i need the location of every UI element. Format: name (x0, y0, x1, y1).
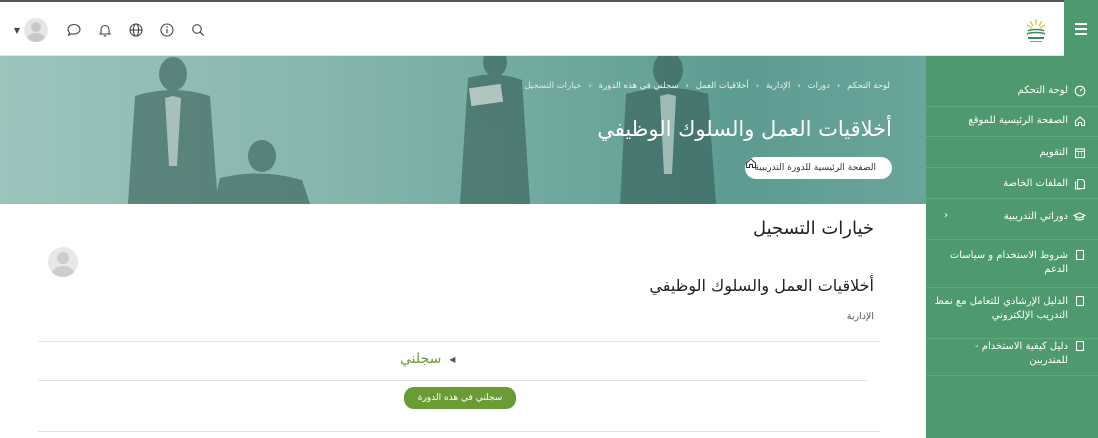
dashboard-icon (1074, 85, 1086, 97)
sidebar-item-dashboard[interactable]: لوحة التحكم (926, 78, 1098, 107)
breadcrumb-item-courses[interactable]: دورات (808, 81, 830, 91)
sidebar-item-terms[interactable]: شروط الاستخدام و سياسات الدعم (926, 241, 1098, 288)
sidebar-item-label: لوحة التحكم (1017, 85, 1068, 96)
self-enrolment-toggle[interactable]: ◀ سجلني (400, 351, 455, 367)
sidebar-item-private-files[interactable]: الملفات الخاصة (926, 169, 1098, 199)
divider (38, 380, 868, 381)
self-enrolment-title: سجلني (400, 351, 442, 367)
breadcrumb-item-course[interactable]: أخلاقيات العمل (696, 81, 749, 91)
user-avatar[interactable] (24, 18, 48, 42)
chevron-left-icon: ‹ (797, 81, 801, 90)
caret-down-icon[interactable]: ▼ (10, 26, 24, 35)
sidebar-item-label: دوراتي التدريبية (1003, 211, 1068, 222)
course-home-button-label: الصفحة الرئيسية للدورة التدريبية (754, 163, 876, 173)
chevron-left-icon: ‹ (836, 81, 841, 90)
breadcrumb: لوحة التحكم ‹ دورات ‹ الإدارية ‹ أخلاقيات العم… (522, 81, 892, 91)
caret-right-icon: ◀ (449, 354, 456, 364)
sidebar-item-label: التقويم (1039, 147, 1068, 158)
message-icon[interactable] (58, 19, 89, 41)
sidebar-item-user-guide[interactable]: دليل كيفية الاستخدام - للمتدربين (926, 340, 1098, 376)
breadcrumb-item-category[interactable]: الإدارية (766, 81, 790, 91)
teacher-avatar (48, 247, 78, 277)
enrolment-options-heading: خيارات التسجيل (752, 218, 874, 239)
sidebar-item-calendar[interactable]: التقويم (926, 138, 1098, 168)
page-title: أخلاقيات العمل والسلوك الوظيفي (597, 117, 892, 141)
home-icon (1074, 116, 1086, 127)
sidebar-item-guide[interactable]: الدليل الإرشادي للتعامل مع نمط التدريب ا… (926, 289, 1098, 339)
course-category: الإدارية (846, 311, 874, 322)
graduation-cap-icon (1073, 212, 1086, 221)
breadcrumb-item-enrol-me[interactable]: سجلني في هذه الدورة (599, 81, 679, 91)
page-icon (1075, 249, 1085, 261)
chevron-left-icon: ‹ (685, 81, 689, 90)
course-header-banner: لوحة التحكم ‹ دورات ‹ الإدارية ‹ أخلاقيات العم… (0, 56, 926, 204)
files-icon (1074, 178, 1086, 190)
chevron-left-icon: ‹ (588, 81, 592, 90)
page-icon (1075, 340, 1085, 352)
divider (38, 431, 880, 432)
sidebar-items: لوحة التحكم الصفحة الرئيسية للموقع التقو… (926, 56, 1098, 438)
course-home-button[interactable]: الصفحة الرئيسية للدورة التدريبية (744, 157, 892, 179)
chevron-right-icon: › (944, 210, 948, 221)
menu-toggle-button[interactable] (1064, 0, 1098, 57)
course-name-link[interactable]: أخلاقيات العمل والسلوك الوظيفي (649, 276, 874, 295)
sidebar-item-site-home[interactable]: الصفحة الرئيسية للموقع (926, 108, 1098, 137)
sidebar-item-my-courses[interactable]: دوراتي التدريبية › (926, 200, 1098, 240)
page-icon (1075, 295, 1085, 307)
sidebar-item-label: دليل كيفية الاستخدام - للمتدربين (974, 341, 1068, 366)
sidebar-item-label: شروط الاستخدام و سياسات الدعم (949, 250, 1068, 275)
sidebar-item-label: الصفحة الرئيسية للموقع (968, 115, 1068, 126)
breadcrumb-item-dashboard[interactable]: لوحة التحكم (847, 81, 890, 91)
info-icon[interactable] (151, 19, 182, 41)
site-logo[interactable] (1022, 16, 1050, 44)
chevron-left-icon: ‹ (755, 81, 759, 90)
search-icon[interactable] (182, 19, 213, 41)
globe-icon[interactable] (120, 19, 151, 41)
calendar-icon (1074, 148, 1086, 159)
breadcrumb-item-current: خيارات التسجيل (524, 81, 582, 91)
sidebar-item-label: الملفات الخاصة (1003, 178, 1068, 189)
sidebar-item-label: الدليل الإرشادي للتعامل مع نمط التدريب ا… (934, 296, 1068, 321)
navbar-tools: ▼ (10, 18, 213, 42)
divider (38, 341, 880, 342)
enrol-me-button[interactable]: سجلني في هذه الدورة (404, 387, 516, 409)
bell-icon[interactable] (89, 19, 120, 41)
top-navbar: ▼ (0, 0, 1098, 57)
